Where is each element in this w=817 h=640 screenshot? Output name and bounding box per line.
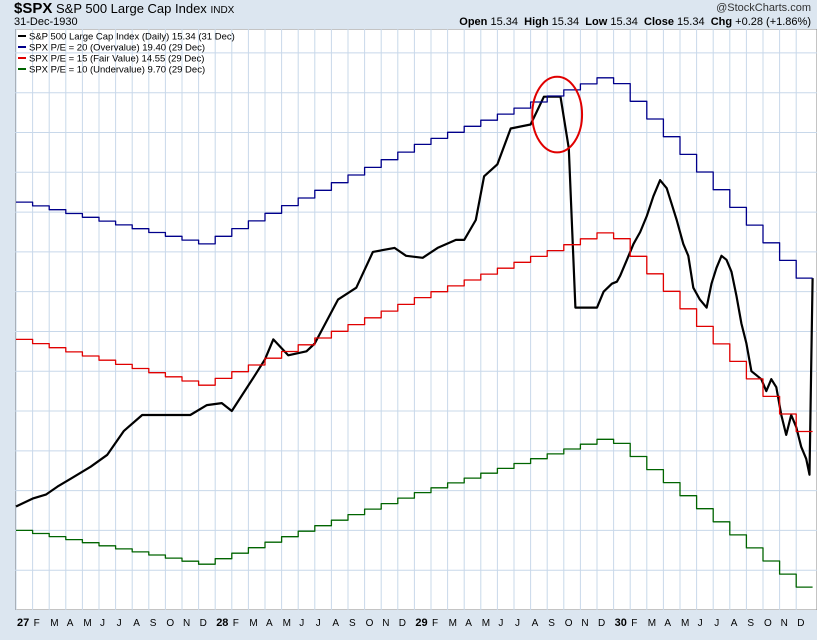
chart-window: $SPX S&P 500 Large Cap Index INDX 31-Dec… [0,0,817,640]
month-tick-label: F [631,618,637,629]
month-tick-label: N [581,618,588,629]
month-tick-label: A [731,618,738,629]
month-tick-label: N [781,618,788,629]
month-tick-label: J [498,618,503,629]
month-tick-label: D [797,618,804,629]
legend: S&P 500 Large Cap Index (Daily) 15.34 (3… [18,32,235,76]
month-tick-label: A [465,618,472,629]
year-tick-label: 30 [615,617,627,629]
month-tick-label: A [664,618,671,629]
legend-entry-undervalue: SPX P/E = 10 (Undervalue) 9.70 (29 Dec) [29,65,205,76]
index-name: S&P 500 Large Cap Index [55,1,207,16]
legend-entry-price: S&P 500 Large Cap Index (Daily) 15.34 (3… [29,32,235,43]
month-tick-label: J [714,618,719,629]
month-tick-label: F [34,618,40,629]
ticker-symbol: $SPX [14,0,53,17]
month-tick-label: J [698,618,703,629]
month-tick-label: M [482,618,490,629]
month-tick-label: J [100,618,105,629]
year-tick-label: 27 [17,617,29,629]
month-tick-label: F [432,618,438,629]
month-tick-label: O [764,618,772,629]
high-value: 15.34 [551,16,580,28]
year-tick-label: 29 [415,617,427,629]
price-chart[interactable]: S&P 500 Large Cap Index (Daily) 15.34 (3… [15,29,817,640]
low-label: Low [585,16,608,28]
month-tick-label: N [382,618,389,629]
month-tick-label: S [349,618,356,629]
month-tick-label: F [233,618,239,629]
month-tick-label: O [565,618,573,629]
month-tick-label: S [548,618,555,629]
month-tick-label: D [200,618,207,629]
month-tick-label: A [532,618,539,629]
month-tick-label: J [515,618,520,629]
month-tick-label: J [316,618,321,629]
low-value: 15.34 [610,16,638,28]
high-label: High [524,16,549,28]
close-label: Close [644,16,674,28]
chg-value: +0.28 (+1.86%) [735,16,811,28]
open-label: Open [459,16,488,28]
month-tick-label: S [747,618,754,629]
month-tick-label: S [150,618,157,629]
month-tick-label: M [681,618,689,629]
month-tick-label: J [299,618,304,629]
exchange-label: INDX [210,5,235,16]
stockcharts-watermark: @StockCharts.com [716,2,811,14]
month-tick-label: D [399,618,406,629]
month-tick-label: A [133,618,140,629]
close-value: 15.34 [677,16,705,28]
month-tick-label: O [366,618,374,629]
month-tick-label: A [67,618,74,629]
chart-title: $SPX S&P 500 Large Cap Index INDX [14,0,234,17]
year-tick-label: 28 [216,617,228,629]
chg-label: Chg [710,16,733,28]
month-tick-label: A [266,618,273,629]
legend-entry-overvalue: SPX P/E = 20 (Overvalue) 19.40 (29 Dec) [29,43,205,54]
month-tick-label: M [50,618,58,629]
chart-date: 31-Dec-1930 [14,16,78,28]
month-tick-label: M [648,618,656,629]
legend-entry-fair: SPX P/E = 15 (Fair Value) 14.55 (29 Dec) [29,54,204,65]
month-tick-label: N [183,618,190,629]
ohlc-readout: Open 15.34 High 15.34 Low 15.34 Close 15… [459,16,811,28]
month-tick-label: M [249,618,257,629]
month-tick-label: O [166,618,174,629]
month-tick-label: M [283,618,291,629]
month-tick-label: M [449,618,457,629]
open-value: 15.34 [490,16,518,28]
month-tick-label: M [83,618,91,629]
month-tick-label: D [598,618,605,629]
month-tick-label: J [117,618,122,629]
month-tick-label: A [332,618,339,629]
